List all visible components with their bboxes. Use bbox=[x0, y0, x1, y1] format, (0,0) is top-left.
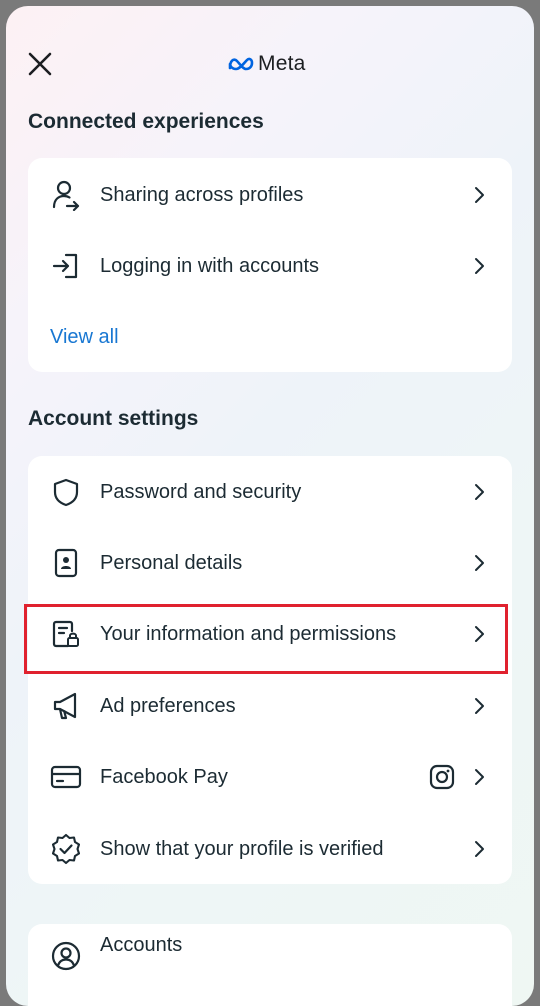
close-icon bbox=[28, 52, 52, 76]
sharing-across-profiles-label: Sharing across profiles bbox=[100, 183, 304, 206]
connected-experiences-card: Sharing across profiles Logging in with … bbox=[28, 158, 512, 372]
login-arrow-icon bbox=[50, 250, 82, 282]
row-your-information-and-permissions[interactable]: Your information and permissions bbox=[28, 604, 512, 664]
shield-icon bbox=[50, 476, 82, 508]
facebook-pay-label: Facebook Pay bbox=[100, 765, 228, 788]
user-circle-icon bbox=[50, 940, 82, 972]
meta-infinity-icon bbox=[228, 57, 254, 71]
row-accounts[interactable]: Accounts bbox=[28, 926, 512, 986]
row-personal-details[interactable]: Personal details bbox=[28, 533, 512, 593]
ad-preferences-label: Ad preferences bbox=[100, 694, 236, 717]
close-button[interactable] bbox=[22, 46, 58, 82]
chevron-right-icon bbox=[472, 186, 488, 204]
row-sharing-across-profiles[interactable]: Sharing across profiles bbox=[28, 165, 512, 225]
account-settings-card: Password and security Personal details Y… bbox=[28, 456, 512, 884]
view-all-link[interactable]: View all bbox=[50, 326, 119, 349]
brand-name: Meta bbox=[258, 52, 306, 75]
megaphone-icon bbox=[50, 690, 82, 722]
chevron-right-icon bbox=[472, 257, 488, 275]
accounts-label: Accounts bbox=[100, 934, 183, 956]
chevron-right-icon bbox=[472, 768, 488, 786]
chevron-right-icon bbox=[472, 697, 488, 715]
logging-in-with-accounts-label: Logging in with accounts bbox=[100, 254, 320, 277]
chevron-right-icon bbox=[472, 840, 488, 858]
personal-details-label: Personal details bbox=[100, 551, 243, 574]
accounts-card: Accounts bbox=[28, 924, 512, 1006]
password-and-security-label: Password and security bbox=[100, 480, 302, 503]
document-lock-icon bbox=[50, 618, 82, 650]
row-logging-in-with-accounts[interactable]: Logging in with accounts bbox=[28, 236, 512, 296]
row-show-profile-verified[interactable]: Show that your profile is verified bbox=[28, 819, 512, 879]
your-information-and-permissions-label: Your information and permissions bbox=[100, 622, 397, 645]
chevron-right-icon bbox=[472, 483, 488, 501]
meta-logo: Meta bbox=[228, 50, 306, 78]
instagram-icon bbox=[428, 763, 456, 791]
row-facebook-pay[interactable]: Facebook Pay bbox=[28, 747, 512, 807]
row-password-and-security[interactable]: Password and security bbox=[28, 462, 512, 522]
app-window: Meta Connected experiences Sharing acros… bbox=[6, 6, 534, 1006]
top-bar: Meta bbox=[6, 6, 534, 116]
person-share-icon bbox=[50, 179, 82, 211]
verified-badge-icon bbox=[50, 833, 82, 865]
show-profile-verified-label: Show that your profile is verified bbox=[100, 837, 384, 860]
row-ad-preferences[interactable]: Ad preferences bbox=[28, 676, 512, 736]
chevron-right-icon bbox=[472, 625, 488, 643]
credit-card-icon bbox=[50, 761, 82, 793]
id-card-icon bbox=[50, 547, 82, 579]
connected-experiences-title: Connected experiences bbox=[28, 110, 264, 133]
chevron-right-icon bbox=[472, 554, 488, 572]
account-settings-title: Account settings bbox=[28, 407, 199, 430]
